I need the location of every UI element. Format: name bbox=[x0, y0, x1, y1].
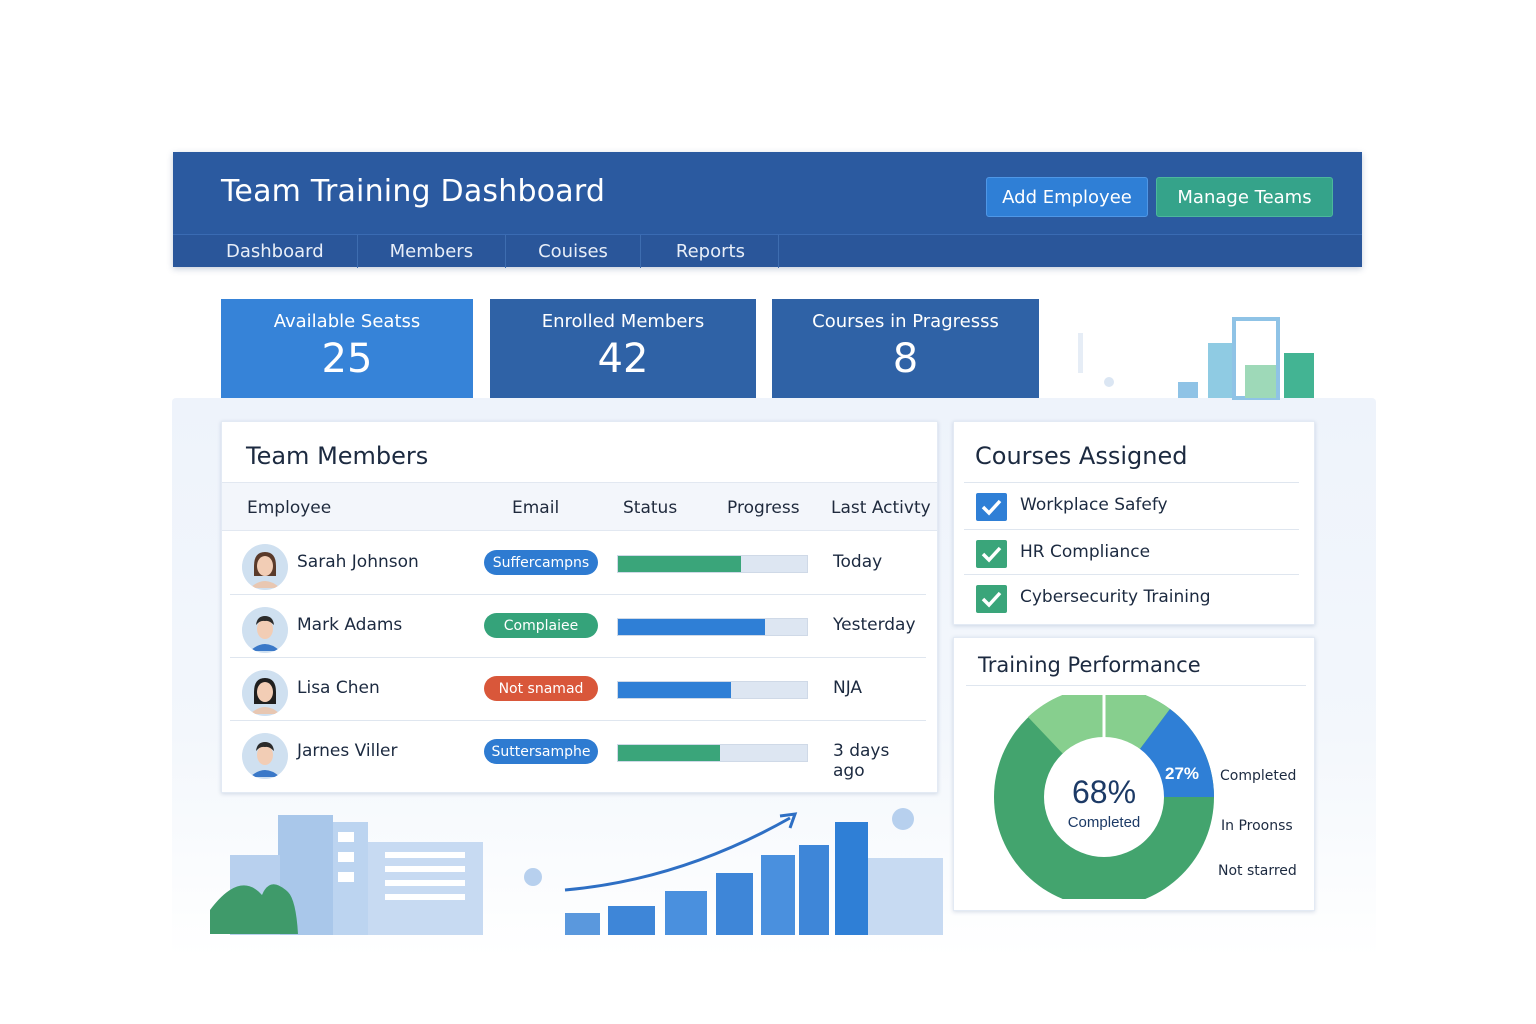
last-activity: 3 days ago bbox=[833, 741, 890, 781]
status-badge: Suffercampns bbox=[484, 550, 598, 575]
course-label: Workplace Safefy bbox=[1020, 495, 1168, 515]
course-item[interactable]: Workplace Safefy bbox=[964, 482, 1299, 527]
legend-completed: Completed bbox=[1220, 768, 1297, 784]
employee-name: Lisa Chen bbox=[297, 678, 380, 698]
training-performance-title: Training Performance bbox=[978, 653, 1201, 677]
status-badge: Complaiee bbox=[484, 613, 598, 638]
team-members-panel: Team Members Employee Email Status Progr… bbox=[221, 421, 938, 793]
stat-label: Available Seatss bbox=[273, 311, 421, 332]
last-activity: Yesterday bbox=[833, 615, 916, 635]
column-employee[interactable]: Employee bbox=[247, 498, 331, 518]
donut-center-value: 68% bbox=[1072, 774, 1136, 810]
checkbox-checked-icon[interactable] bbox=[976, 493, 1007, 521]
table-row[interactable]: Sarah Johnson Suffercampns Today bbox=[230, 532, 926, 595]
stat-label: Enrolled Members bbox=[541, 311, 705, 332]
courses-assigned-title: Courses Assigned bbox=[975, 442, 1188, 470]
donut-segment-label: 27% bbox=[1165, 764, 1199, 783]
page-title: Team Training Dashboard bbox=[221, 174, 606, 209]
courses-assigned-panel: Courses Assigned Workplace Safefy HR Com… bbox=[953, 421, 1315, 625]
stat-card-courses-in-progress: Courses in Pragresss 8 bbox=[772, 299, 1039, 398]
avatar bbox=[242, 544, 288, 590]
course-item[interactable]: HR Compliance bbox=[964, 529, 1299, 574]
checkbox-checked-icon[interactable] bbox=[976, 585, 1007, 613]
table-row[interactable]: Lisa Chen Not snamad NJA bbox=[230, 658, 926, 721]
person-male-icon bbox=[242, 607, 288, 653]
course-label: HR Compliance bbox=[1020, 542, 1151, 562]
progress-fill bbox=[618, 619, 766, 635]
progress-bar bbox=[617, 555, 808, 573]
progress-bar bbox=[617, 618, 808, 636]
table-header: Employee Email Status Progress Last Acti… bbox=[222, 482, 937, 531]
status-badge: Suttersamphe bbox=[484, 739, 598, 764]
table-row[interactable]: Jarnes Viller Suttersamphe 3 days ago bbox=[230, 721, 926, 784]
course-item[interactable]: Cybersecurity Training bbox=[964, 574, 1299, 619]
employee-name: Jarnes Viller bbox=[297, 741, 398, 761]
last-activity: NJA bbox=[833, 678, 863, 698]
stat-card-available-seats: Available Seatss 25 bbox=[221, 299, 473, 398]
status-badge: Not snamad bbox=[484, 676, 598, 701]
nav-bar: Dashboard Members Couises Reports bbox=[173, 234, 1362, 268]
tab-reports[interactable]: Reports bbox=[641, 235, 779, 268]
column-status[interactable]: Status bbox=[623, 498, 677, 518]
checkbox-checked-icon[interactable] bbox=[976, 540, 1007, 568]
column-email[interactable]: Email bbox=[512, 498, 559, 518]
last-activity: Today bbox=[833, 552, 883, 572]
avatar bbox=[242, 670, 288, 716]
team-members-title: Team Members bbox=[246, 442, 429, 470]
legend-in-progress: In Proonss bbox=[1221, 818, 1293, 834]
donut-center-label: Completed bbox=[1068, 814, 1141, 831]
performance-donut-chart: 68% Completed 27% bbox=[994, 695, 1214, 899]
decorative-bar-graphic bbox=[1078, 317, 1314, 400]
training-performance-panel: Training Performance 68% Completed 27% C… bbox=[953, 637, 1315, 911]
person-female-icon bbox=[242, 670, 288, 716]
person-male-icon bbox=[242, 733, 288, 779]
avatar bbox=[242, 733, 288, 779]
column-last-activity[interactable]: Last Activty bbox=[831, 498, 931, 518]
progress-bar bbox=[617, 681, 808, 699]
tab-dashboard[interactable]: Dashboard bbox=[173, 235, 358, 268]
trend-arrow-icon bbox=[564, 816, 791, 892]
progress-fill bbox=[618, 556, 741, 572]
tab-courses[interactable]: Couises bbox=[506, 235, 641, 268]
decorative-growth-illustration bbox=[210, 808, 943, 935]
add-employee-button[interactable]: Add Employee bbox=[986, 177, 1148, 217]
table-row[interactable]: Mark Adams Complaiee Yesterday bbox=[230, 595, 926, 658]
progress-fill bbox=[618, 745, 721, 761]
progress-fill bbox=[618, 682, 732, 698]
divider bbox=[966, 685, 1306, 686]
progress-bar bbox=[617, 744, 808, 762]
employee-name: Mark Adams bbox=[297, 615, 403, 635]
person-female-icon bbox=[242, 544, 288, 590]
stat-label: Courses in Pragresss bbox=[812, 311, 999, 332]
stat-value: 8 bbox=[892, 336, 919, 382]
stat-value: 42 bbox=[597, 336, 649, 382]
employee-name: Sarah Johnson bbox=[297, 552, 419, 572]
legend-not-started: Not starred bbox=[1218, 863, 1297, 879]
stat-value: 25 bbox=[321, 336, 373, 382]
course-label: Cybersecurity Training bbox=[1020, 587, 1211, 607]
tab-members[interactable]: Members bbox=[358, 235, 507, 268]
column-progress[interactable]: Progress bbox=[727, 498, 800, 518]
plant-icon bbox=[210, 884, 298, 934]
avatar bbox=[242, 607, 288, 653]
app-header: Team Training Dashboard Add Employee Man… bbox=[173, 152, 1362, 268]
stat-card-enrolled-members: Enrolled Members 42 bbox=[490, 299, 756, 398]
dashboard-window: Team Training Dashboard Add Employee Man… bbox=[0, 0, 1536, 1024]
manage-teams-button[interactable]: Manage Teams bbox=[1156, 177, 1333, 217]
